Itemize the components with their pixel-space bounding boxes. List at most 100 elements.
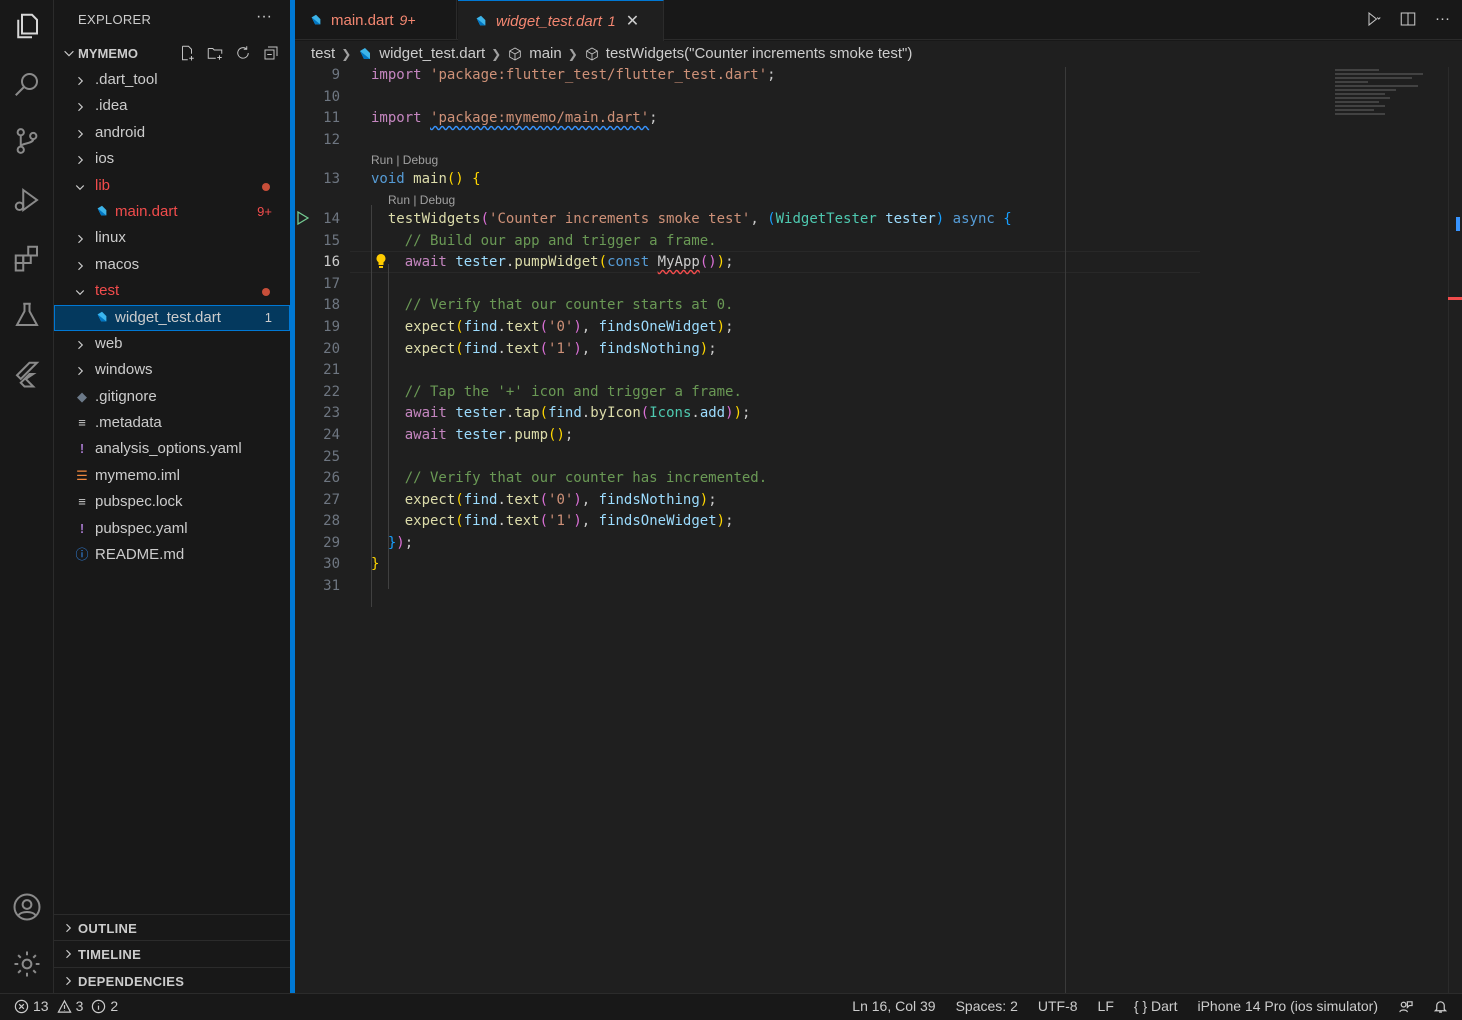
close-icon[interactable]: ✕ [626, 11, 639, 31]
tree-file[interactable]: ! analysis_options.yaml [54, 436, 290, 462]
undefined-class-error[interactable]: MyApp [658, 254, 700, 270]
account-icon[interactable] [0, 883, 54, 931]
tree-item-label: web [95, 334, 123, 352]
settings-file-icon: ≡ [78, 494, 86, 510]
run-debug-icon[interactable] [0, 176, 54, 224]
tree-folder[interactable]: macos [54, 252, 290, 278]
breadcrumb-item[interactable]: widget_test.dart [379, 45, 485, 62]
tree-file[interactable]: ☰ mymemo.iml [54, 463, 290, 489]
breadcrumb: test ❯ widget_test.dart ❯ main ❯ testWid… [311, 45, 912, 62]
new-folder-icon[interactable] [206, 44, 224, 62]
settings-gear-icon[interactable] [0, 940, 54, 988]
chevron-down-icon [74, 180, 86, 192]
flutter-icon[interactable] [0, 350, 54, 398]
split-editor-icon[interactable] [1399, 10, 1417, 28]
tree-file[interactable]: ! pubspec.yaml [54, 516, 290, 542]
code-line: 20 expect(find.text('1'), findsNothing); [295, 338, 1335, 360]
code-line: 14 testWidgets('Counter increments smoke… [295, 208, 1335, 230]
tree-folder[interactable]: web [54, 331, 290, 357]
scrollbar-warning-marker [1456, 217, 1460, 231]
extensions-icon[interactable] [0, 234, 54, 282]
tree-folder[interactable]: .idea [54, 93, 290, 119]
chevron-down-icon [64, 50, 74, 57]
chevron-down-icon [74, 285, 86, 297]
editor-tabs: main.dart 9+ widget_test.dart 1 ✕ ··· [295, 0, 1462, 41]
tree-folder[interactable]: android [54, 120, 290, 146]
chevron-right-icon [74, 259, 86, 271]
tree-file[interactable]: ≡ pubspec.lock [54, 489, 290, 515]
tab-widget-test-dart[interactable]: widget_test.dart 1 ✕ [458, 0, 664, 41]
tree-item-label: widget_test.dart [115, 308, 221, 326]
tree-folder[interactable]: linux [54, 225, 290, 251]
language-mode[interactable]: { } Dart [1134, 998, 1178, 1014]
vertical-scrollbar[interactable] [1448, 67, 1462, 993]
tree-folder[interactable]: lib [54, 173, 290, 199]
code-area[interactable]: 9 import 'package:flutter_test/flutter_te… [295, 64, 1335, 607]
dart-file-icon [476, 15, 486, 26]
chevron-right-icon [66, 923, 72, 933]
explorer-icon[interactable] [0, 2, 54, 50]
problems-summary[interactable]: 13 3 2 [14, 998, 118, 1014]
codelens-run-debug[interactable]: Run | Debug [388, 193, 455, 207]
explorer-sidebar: EXPLORER ··· MYMEMO .dart_tool .idea andro… [54, 0, 290, 993]
new-file-icon[interactable] [178, 44, 196, 62]
collapse-all-icon[interactable] [262, 44, 280, 62]
codelens-run-debug[interactable]: Run | Debug [371, 153, 438, 167]
breadcrumb-item[interactable]: testWidgets("Counter increments smoke te… [606, 45, 913, 62]
minimap[interactable] [1335, 67, 1445, 137]
code-line: 11 import 'package:mymemo/main.dart'; [295, 107, 1335, 129]
notifications-bell-icon[interactable] [1433, 999, 1448, 1014]
source-control-icon[interactable] [0, 117, 54, 165]
tree-item-label: pubspec.yaml [95, 519, 188, 537]
feedback-icon[interactable] [1398, 999, 1413, 1014]
file-tree: .dart_tool .idea android ios lib main.dart 9+ l… [54, 67, 290, 568]
tree-file[interactable]: main.dart 9+ [54, 199, 290, 225]
scrollbar-error-marker [1448, 297, 1462, 300]
workspace-root[interactable]: MYMEMO [54, 42, 290, 66]
chevron-right-icon [66, 949, 72, 959]
indentation[interactable]: Spaces: 2 [956, 998, 1018, 1014]
refresh-icon[interactable] [234, 44, 252, 62]
tree-file[interactable]: ◆ .gitignore [54, 384, 290, 410]
tab-main-dart[interactable]: main.dart 9+ [295, 0, 457, 40]
dependencies-section[interactable]: DEPENDENCIES [54, 967, 290, 993]
tree-folder[interactable]: windows [54, 357, 290, 383]
testing-icon[interactable] [0, 291, 54, 339]
tab-label: widget_test.dart [496, 12, 602, 30]
breadcrumb-item[interactable]: test [311, 45, 335, 62]
error-dot [262, 288, 270, 297]
outline-section[interactable]: OUTLINE [54, 914, 290, 940]
tree-folder[interactable]: test [54, 278, 290, 304]
code-editor[interactable]: test ❯ widget_test.dart ❯ main ❯ testWid… [295, 41, 1462, 993]
line-number: 26 [323, 470, 340, 487]
cursor-position[interactable]: Ln 16, Col 39 [852, 998, 935, 1014]
tree-file[interactable]: ⓘ README.md [54, 542, 290, 568]
codelens[interactable]: Run | Debug [295, 150, 1335, 168]
end-of-line[interactable]: LF [1098, 998, 1114, 1014]
code-line: 30} [295, 553, 1335, 575]
device-selector[interactable]: iPhone 14 Pro (ios simulator) [1197, 998, 1378, 1014]
tree-item-label: macos [95, 255, 140, 273]
encoding[interactable]: UTF-8 [1038, 998, 1078, 1014]
line-number: 14 [323, 210, 340, 227]
explorer-more-button[interactable]: ··· [256, 8, 272, 26]
git-icon: ◆ [77, 388, 87, 404]
tree-file[interactable]: widget_test.dart 1 [54, 304, 290, 331]
tree-file[interactable]: ≡ .metadata [54, 410, 290, 436]
tree-folder[interactable]: .dart_tool [54, 67, 290, 93]
more-actions-icon[interactable]: ··· [1435, 10, 1450, 28]
unused-import-warning[interactable]: 'package:mymemo/main.dart' [430, 110, 649, 126]
search-icon[interactable] [0, 60, 54, 108]
run-debug-dropdown-icon[interactable] [1363, 10, 1381, 28]
line-number: 16 [323, 254, 340, 271]
code-line: 23 await tester.tap(find.byIcon(Icons.ad… [295, 402, 1335, 424]
tree-folder[interactable]: ios [54, 146, 290, 172]
problem-badge: 9+ [257, 203, 272, 219]
line-number: 15 [323, 232, 340, 249]
tree-item-label: analysis_options.yaml [95, 440, 242, 458]
breadcrumb-item[interactable]: main [529, 45, 562, 62]
timeline-section[interactable]: TIMELINE [54, 940, 290, 966]
codelens[interactable]: Run | Debug [295, 190, 1335, 208]
workspace-root-label: MYMEMO [78, 46, 138, 61]
indent-guide [388, 264, 389, 589]
